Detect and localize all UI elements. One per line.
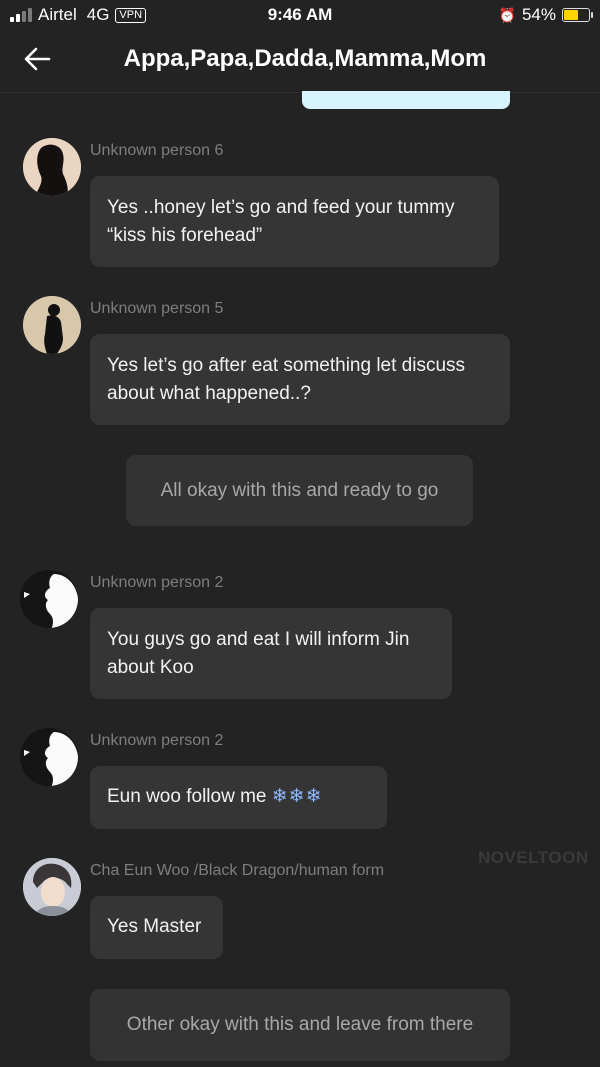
message-bubble[interactable]: Yes ..honey let’s go and feed your tummy… bbox=[90, 176, 499, 267]
avatar[interactable] bbox=[23, 296, 81, 354]
avatar[interactable] bbox=[20, 570, 78, 628]
avatar[interactable] bbox=[20, 728, 78, 786]
sender-name: Unknown person 2 bbox=[90, 732, 224, 749]
sender-name: Unknown person 2 bbox=[90, 574, 224, 591]
message-bubble[interactable]: Yes let’s go after eat something let dis… bbox=[90, 334, 510, 425]
message-bubble[interactable]: Yes Master bbox=[90, 896, 223, 959]
system-message: All okay with this and ready to go bbox=[126, 455, 473, 526]
system-message: Other okay with this and leave from ther… bbox=[90, 989, 510, 1061]
watermark-logo: NOVELTOON bbox=[478, 848, 589, 867]
sender-name: Cha Eun Woo /Black Dragon/human form bbox=[90, 862, 385, 879]
message-list: Unknown person 6 Yes ..honey let’s go an… bbox=[0, 0, 600, 1067]
snowflake-emoji: ❄❄❄ bbox=[271, 786, 323, 807]
sender-name: Unknown person 5 bbox=[90, 300, 224, 317]
sender-name: Unknown person 6 bbox=[90, 142, 224, 159]
message-bubble[interactable]: Eun woo follow me ❄❄❄ bbox=[90, 766, 387, 829]
message-bubble[interactable]: You guys go and eat I will inform Jin ab… bbox=[90, 608, 452, 699]
avatar[interactable] bbox=[23, 858, 81, 916]
message-text: Eun woo follow me bbox=[107, 786, 267, 807]
avatar[interactable] bbox=[23, 138, 81, 196]
